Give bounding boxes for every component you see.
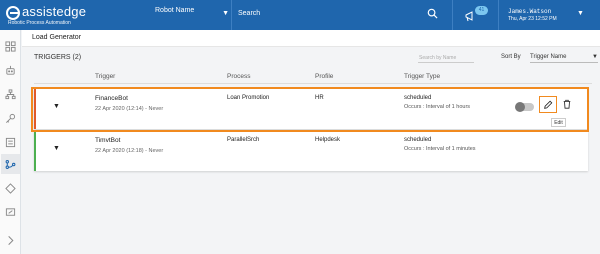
trigger-type: scheduled — [404, 137, 432, 143]
top-header: assistedge Robotic Process Automation Ro… — [0, 0, 600, 30]
trigger-process: ParallelSrch — [227, 137, 260, 143]
trigger-profile: Helpdesk — [315, 137, 341, 143]
hierarchy-icon — [5, 88, 16, 99]
search-by-name-input[interactable]: Search by Name — [418, 52, 474, 63]
list-icon — [5, 137, 16, 147]
expand-caret-icon[interactable]: ▼ — [53, 103, 60, 110]
status-stripe — [34, 131, 36, 171]
user-datetime: Thu, Apr 23 12:52 PM — [508, 16, 557, 22]
trigger-process: Loan Promotion — [227, 95, 270, 101]
brand-name: assistedge — [22, 4, 87, 19]
header-divider — [498, 0, 499, 30]
brand-logo[interactable]: assistedge Robotic Process Automation — [6, 4, 126, 28]
sidebar-item-robots[interactable] — [1, 60, 20, 80]
trigger-type: scheduled — [404, 95, 432, 101]
robot-icon — [6, 65, 15, 75]
page-title-bar: Load Generator — [22, 30, 600, 47]
notification-button[interactable]: 41 — [465, 6, 489, 22]
column-header-process[interactable]: Process — [227, 73, 250, 80]
trigger-row[interactable]: ▼ TimvtBot 22 Apr 2020 (12:18) - Never P… — [34, 131, 588, 171]
search-icon[interactable] — [427, 8, 438, 19]
sidebar-expand-button[interactable] — [1, 230, 20, 250]
sidebar-item-monitor[interactable] — [1, 202, 20, 222]
sort-by-value: Trigger Name — [530, 54, 567, 60]
header-divider — [34, 83, 592, 84]
grid-icon — [5, 40, 16, 52]
monitor-icon — [5, 207, 16, 216]
user-name: James.Watson — [508, 8, 552, 15]
trigger-name: TimvtBot — [95, 137, 121, 144]
triggers-count: TRIGGERS (2) — [34, 54, 82, 61]
key-icon — [6, 113, 16, 123]
page-title: Load Generator — [32, 34, 82, 41]
trigger-schedule: 22 Apr 2020 (12:14) - Never — [95, 106, 164, 112]
header-divider — [452, 0, 453, 30]
column-header-trigger-type[interactable]: Trigger Type — [404, 73, 440, 80]
triggers-panel: TRIGGERS (2) Search by Name Sort By Trig… — [27, 47, 598, 254]
chevron-right-icon — [8, 235, 14, 245]
trigger-name: FinanceBot — [95, 95, 128, 102]
brand-tagline: Robotic Process Automation — [8, 20, 71, 26]
edit-button[interactable] — [539, 96, 557, 113]
column-header-profile[interactable]: Profile — [315, 73, 333, 80]
sidebar-item-decisions[interactable] — [1, 178, 20, 198]
edit-tooltip: Edit — [551, 118, 566, 127]
trigger-occurs: Occurs : Interval of 1 hours — [404, 104, 471, 110]
edit-icon — [544, 100, 553, 109]
workflow-icon — [5, 159, 16, 169]
global-search-input[interactable]: Search — [238, 10, 260, 17]
robot-name-value: Robot Name — [155, 7, 195, 14]
brand-logo-mark — [6, 6, 20, 20]
header-divider — [231, 0, 232, 30]
notification-count-badge: 41 — [475, 6, 488, 15]
sidebar-item-load-generator[interactable] — [1, 154, 20, 174]
sort-by-select[interactable]: Trigger Name ▼ — [530, 52, 598, 63]
trigger-schedule: 22 Apr 2020 (12:18) - Never — [95, 148, 164, 154]
trigger-profile: HR — [315, 95, 324, 101]
sidebar — [0, 30, 21, 254]
trigger-row[interactable]: ▼ FinanceBot 22 Apr 2020 (12:14) - Never… — [34, 89, 588, 129]
sort-by-label: Sort By — [501, 54, 521, 60]
sidebar-item-dashboard[interactable] — [1, 36, 20, 56]
user-menu-chevron-down-icon[interactable]: ▼ — [577, 10, 584, 17]
delete-icon — [563, 99, 571, 109]
chevron-down-icon: ▼ — [222, 10, 229, 17]
column-header-trigger[interactable]: Trigger — [95, 73, 115, 80]
status-stripe — [34, 89, 36, 129]
sidebar-item-credentials[interactable] — [1, 108, 20, 128]
diamond-icon — [5, 182, 16, 194]
sidebar-item-hierarchy[interactable] — [1, 84, 20, 104]
chevron-down-icon: ▼ — [592, 54, 598, 60]
sidebar-item-list[interactable] — [1, 132, 20, 152]
delete-button[interactable] — [561, 97, 573, 111]
trigger-enable-toggle[interactable] — [515, 102, 534, 112]
robot-name-select[interactable]: Robot Name ▼ — [155, 7, 229, 23]
expand-caret-icon[interactable]: ▼ — [53, 145, 60, 152]
trigger-occurs: Occurs : Interval of 1 minutes — [404, 146, 476, 152]
